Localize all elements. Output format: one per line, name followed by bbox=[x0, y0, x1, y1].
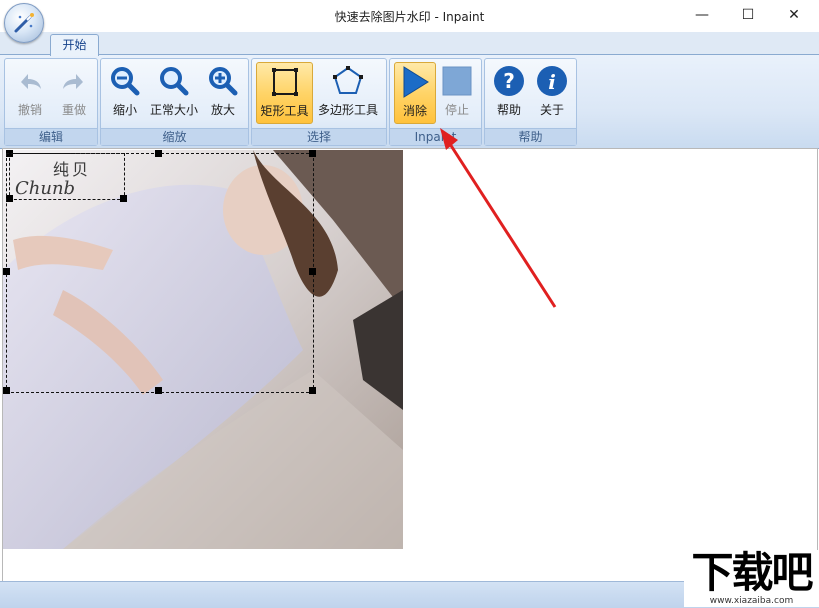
site-watermark-brand: 下载吧 bbox=[691, 548, 813, 597]
site-watermark-url: www.xiazaiba.com bbox=[709, 596, 794, 606]
annotation-arrow bbox=[440, 128, 557, 308]
site-watermark: 下载吧 www.xiazaiba.com bbox=[684, 550, 819, 607]
app-menu-button[interactable] bbox=[4, 3, 44, 43]
wand-icon bbox=[14, 13, 34, 33]
tab-home[interactable]: 开始 bbox=[50, 34, 99, 56]
